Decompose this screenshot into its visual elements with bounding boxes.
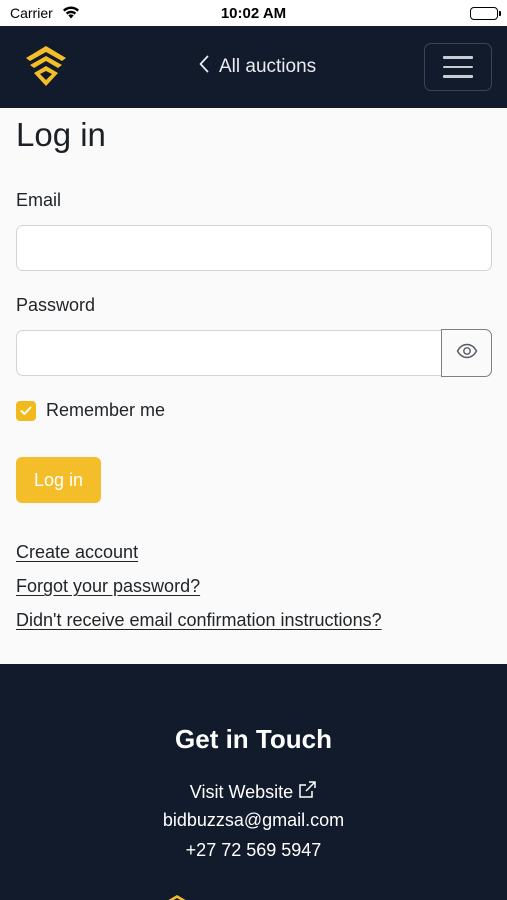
external-link-icon [297, 780, 317, 805]
battery-icon [470, 7, 501, 20]
footer-title: Get in Touch [175, 724, 332, 754]
create-account-link[interactable]: Create account [16, 542, 138, 563]
remember-me-row[interactable]: Remember me [16, 400, 165, 421]
password-field[interactable] [16, 330, 442, 376]
footer: Get in Touch Visit Website bidbuzzsa@gma… [0, 664, 507, 900]
back-label: All auctions [219, 56, 317, 77]
visit-website-label: Visit Website [189, 782, 294, 802]
visit-website-link[interactable]: Visit Website [0, 780, 507, 805]
footer-phone[interactable]: +27 72 569 5947 [0, 840, 507, 861]
status-bar: Carrier 10:02 AM [0, 0, 507, 26]
top-navbar: All auctions [0, 26, 507, 108]
page-title: Log in [16, 116, 106, 153]
remember-me-label: Remember me [46, 400, 166, 420]
footer-email[interactable]: bidbuzzsa@gmail.com [0, 810, 507, 831]
email-field[interactable] [16, 225, 492, 271]
clock: 10:02 AM [220, 5, 287, 22]
remember-me-checkbox[interactable] [16, 400, 36, 421]
back-to-auctions-link[interactable]: All auctions [199, 55, 316, 79]
resend-confirmation-link[interactable]: Didn't receive email confirmation instru… [16, 610, 382, 631]
menu-toggle-button[interactable] [424, 43, 492, 91]
password-label: Password [16, 295, 96, 315]
bidbuzz-logo-icon[interactable] [22, 44, 70, 93]
chevron-left-icon [199, 55, 209, 79]
log-in-button[interactable]: Log in [16, 457, 101, 503]
hamburger-icon [443, 56, 473, 59]
toggle-password-visibility-button[interactable] [441, 329, 492, 377]
eye-icon [456, 343, 478, 364]
forgot-password-link[interactable]: Forgot your password? [16, 576, 200, 597]
email-label: Email [16, 190, 62, 210]
bidbuzz-logo-icon [163, 892, 191, 900]
